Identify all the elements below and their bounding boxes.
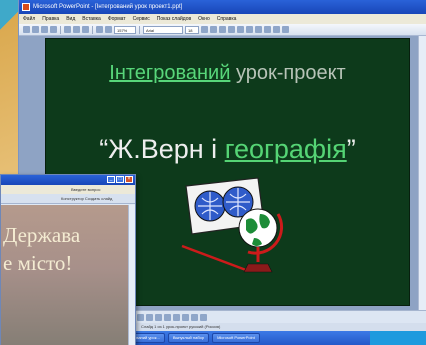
taskbar-item[interactable]: Microsoft PowerPoint bbox=[212, 333, 260, 343]
wordart-icon[interactable] bbox=[191, 313, 198, 321]
oval-icon[interactable] bbox=[173, 313, 180, 321]
print-icon[interactable] bbox=[50, 26, 57, 33]
save-icon[interactable] bbox=[41, 26, 48, 33]
align-left-icon[interactable] bbox=[228, 26, 235, 33]
secondary-slide-line: е місто! bbox=[3, 251, 73, 275]
design-icon[interactable] bbox=[282, 26, 289, 33]
secondary-slide[interactable]: Держава е місто! bbox=[1, 205, 129, 345]
redo-icon[interactable] bbox=[105, 26, 112, 33]
system-tray bbox=[370, 331, 426, 345]
font-name-select[interactable]: Arial bbox=[143, 25, 183, 34]
pointer-stick bbox=[181, 244, 247, 272]
cut-icon[interactable] bbox=[64, 26, 71, 33]
menu-view[interactable]: Вид bbox=[66, 14, 75, 24]
slide-subtitle-highlight: географія bbox=[224, 134, 347, 164]
maximize-icon[interactable]: □ bbox=[116, 176, 124, 183]
slide-title-highlight: Інтегрований bbox=[109, 62, 231, 84]
slide-subtitle-post: ” bbox=[346, 134, 356, 164]
menu-slideshow[interactable]: Показ слайдов bbox=[157, 14, 191, 24]
globe-icon bbox=[238, 208, 284, 273]
draw-select-icon[interactable] bbox=[137, 313, 144, 321]
toolbar-separator bbox=[139, 25, 140, 34]
menu-format[interactable]: Формат bbox=[108, 14, 126, 24]
taskbar-item[interactable]: Выпуклый набор bbox=[167, 333, 210, 343]
undo-icon[interactable] bbox=[96, 26, 103, 33]
minimize-icon[interactable]: _ bbox=[107, 176, 115, 183]
fill-color-icon[interactable] bbox=[200, 313, 207, 321]
menu-edit[interactable]: Правка bbox=[42, 14, 59, 24]
standard-toolbar: 157% Arial 18 bbox=[19, 24, 426, 36]
font-size-select[interactable]: 18 bbox=[185, 25, 199, 34]
menu-help[interactable]: Справка bbox=[217, 14, 237, 24]
textbox-icon[interactable] bbox=[182, 313, 189, 321]
align-center-icon[interactable] bbox=[237, 26, 244, 33]
align-right-icon[interactable] bbox=[246, 26, 253, 33]
main-window-title: Microsoft PowerPoint - [Інтегрований уро… bbox=[33, 4, 183, 10]
paste-icon[interactable] bbox=[82, 26, 89, 33]
toolbar-separator bbox=[60, 25, 61, 34]
open-icon[interactable] bbox=[32, 26, 39, 33]
main-vertical-scrollbar[interactable] bbox=[418, 36, 426, 310]
close-icon[interactable]: × bbox=[125, 176, 133, 183]
numbering-icon[interactable] bbox=[264, 26, 271, 33]
slide-title-rest: урок-проект bbox=[230, 62, 346, 84]
secondary-slide-text: Держава е місто! bbox=[3, 221, 80, 277]
main-menubar: Файл Правка Вид Вставка Формат Сервис По… bbox=[19, 14, 426, 24]
bold-icon[interactable] bbox=[201, 26, 208, 33]
secondary-titlebar[interactable]: _ □ × bbox=[1, 175, 135, 185]
line-icon[interactable] bbox=[146, 313, 153, 321]
secondary-toolbar[interactable]: Конструктор Создать слайд bbox=[1, 194, 135, 204]
underline-icon[interactable] bbox=[219, 26, 226, 33]
arrow-icon[interactable] bbox=[155, 313, 162, 321]
secondary-slide-line: Держава bbox=[3, 223, 81, 247]
menu-insert[interactable]: Вставка bbox=[82, 14, 101, 24]
window-controls: _ □ × bbox=[107, 176, 133, 183]
copy-icon[interactable] bbox=[73, 26, 80, 33]
secondary-presentation-window: _ □ × Введите вопрос Конструктор Создать… bbox=[0, 174, 136, 345]
rectangle-icon[interactable] bbox=[164, 313, 171, 321]
main-titlebar[interactable]: Microsoft PowerPoint - [Інтегрований уро… bbox=[19, 0, 426, 14]
powerpoint-app-icon bbox=[22, 3, 30, 11]
secondary-vertical-scrollbar[interactable] bbox=[128, 205, 135, 345]
font-color-icon[interactable] bbox=[273, 26, 280, 33]
help-question-box[interactable]: Введите вопрос bbox=[1, 185, 135, 194]
toolbar-separator bbox=[92, 25, 93, 34]
bullets-icon[interactable] bbox=[255, 26, 262, 33]
menu-file[interactable]: Файл bbox=[23, 14, 35, 24]
menu-tools[interactable]: Сервис bbox=[133, 14, 150, 24]
globe-map-clipart[interactable] bbox=[180, 176, 290, 282]
italic-icon[interactable] bbox=[210, 26, 217, 33]
slide-subtitle[interactable]: “Ж.Верн і географія” bbox=[46, 134, 409, 165]
new-icon[interactable] bbox=[23, 26, 30, 33]
menu-window[interactable]: Окно bbox=[198, 14, 210, 24]
zoom-select[interactable]: 157% bbox=[114, 25, 136, 34]
slide-subtitle-pre: “Ж.Верн і bbox=[99, 134, 225, 164]
slide-title[interactable]: Інтегрований урок-проект bbox=[46, 62, 409, 85]
